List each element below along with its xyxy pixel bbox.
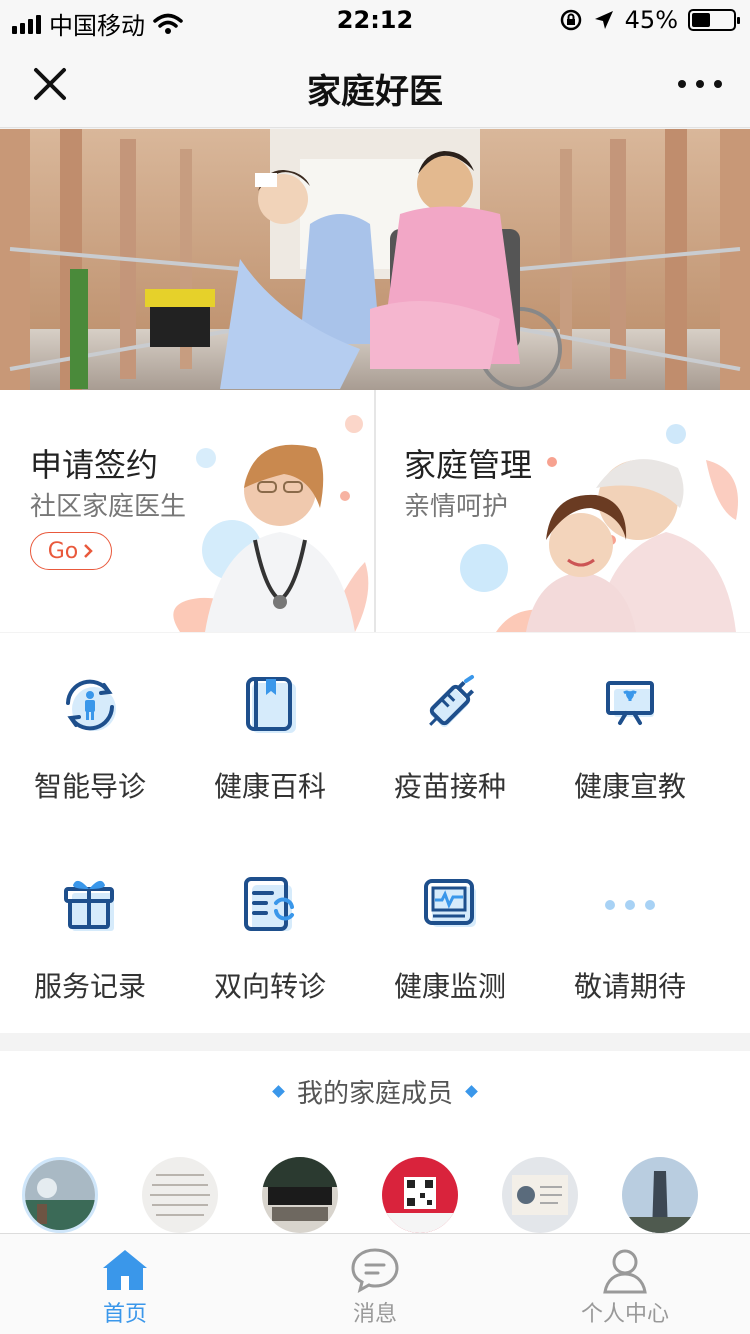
diamond-icon bbox=[272, 1085, 285, 1098]
apply-contract-title: 申请签约 bbox=[30, 446, 159, 484]
feature-health-encyclopedia[interactable]: 健康百科 bbox=[180, 633, 360, 833]
hero-banner-image bbox=[0, 129, 750, 390]
feature-two-way-referral[interactable]: 双向转诊 bbox=[180, 833, 360, 1033]
tab-label: 个人中心 bbox=[580, 1302, 669, 1327]
family-members-header: 我的家庭成员 bbox=[0, 1073, 750, 1110]
presentation-board-icon bbox=[606, 681, 654, 725]
feature-grid: 智能导诊 健康百科 疫苗接种 健康宣教 服务记录 双向转诊 健康监测 敬请期待 bbox=[0, 633, 750, 1033]
status-bar: 中国移动 22:12 45% bbox=[0, 0, 750, 40]
family-management-title: 家庭管理 bbox=[404, 446, 533, 484]
feature-label: 健康监测 bbox=[393, 970, 506, 1003]
location-arrow-icon bbox=[594, 11, 613, 29]
syringe-icon bbox=[429, 675, 475, 728]
go-button-label: Go bbox=[47, 538, 79, 564]
tab-label: 首页 bbox=[102, 1302, 147, 1327]
gift-icon bbox=[64, 880, 114, 931]
page-title: 家庭好医 bbox=[307, 72, 443, 112]
tab-label: 消息 bbox=[352, 1302, 397, 1327]
avatar[interactable] bbox=[262, 1157, 338, 1233]
rotation-lock-icon bbox=[560, 9, 581, 31]
book-icon bbox=[246, 677, 296, 733]
person-icon bbox=[603, 1249, 647, 1294]
feature-label: 健康宣教 bbox=[573, 770, 686, 803]
go-button[interactable]: Go bbox=[30, 532, 112, 570]
more-options-icon[interactable] bbox=[678, 66, 722, 102]
apply-contract-subtitle: 社区家庭医生 bbox=[30, 492, 187, 522]
family-members-section: 我的家庭成员 bbox=[0, 1051, 750, 1233]
chat-icon bbox=[351, 1248, 399, 1293]
avatar[interactable] bbox=[142, 1157, 218, 1233]
feature-label: 健康百科 bbox=[213, 770, 326, 803]
family-avatar-list bbox=[0, 1157, 750, 1233]
feature-label: 服务记录 bbox=[33, 970, 146, 1003]
avatar[interactable] bbox=[22, 1157, 98, 1233]
bottom-tab-bar: 首页 消息 个人中心 bbox=[0, 1233, 750, 1334]
battery-icon bbox=[688, 9, 740, 31]
promo-section: 申请签约 社区家庭医生 Go 家庭管理 亲情呵护 bbox=[0, 390, 750, 632]
tab-messages[interactable]: 消息 bbox=[250, 1234, 500, 1334]
feature-label: 智能导诊 bbox=[33, 770, 146, 803]
avatar[interactable] bbox=[382, 1157, 458, 1233]
app-screen: 中国移动 22:12 45% 家庭好医 申请签约 社区家庭医生 Go 家庭管理 … bbox=[0, 0, 750, 1334]
navigation-bar: 家庭好医 bbox=[0, 40, 750, 128]
feature-label: 疫苗接种 bbox=[393, 770, 506, 803]
avatar[interactable] bbox=[622, 1157, 698, 1233]
family-members-title: 我的家庭成员 bbox=[296, 1079, 453, 1109]
chevron-right-icon bbox=[84, 544, 94, 558]
battery-percent: 45% bbox=[624, 6, 678, 34]
avatar[interactable] bbox=[502, 1157, 578, 1233]
feature-label: 敬请期待 bbox=[573, 970, 686, 1003]
feature-label: 双向转诊 bbox=[213, 970, 326, 1003]
home-icon bbox=[103, 1250, 147, 1290]
feature-smart-triage[interactable]: 智能导诊 bbox=[0, 633, 180, 833]
document-refresh-icon bbox=[244, 877, 294, 931]
tab-profile[interactable]: 个人中心 bbox=[500, 1234, 750, 1334]
family-management-subtitle: 亲情呵护 bbox=[404, 492, 509, 522]
person-refresh-icon bbox=[66, 679, 116, 731]
family-management-card[interactable]: 家庭管理 亲情呵护 bbox=[376, 390, 750, 632]
feature-service-records[interactable]: 服务记录 bbox=[0, 833, 180, 1033]
tab-home[interactable]: 首页 bbox=[0, 1234, 250, 1334]
hero-banner[interactable] bbox=[0, 129, 750, 390]
feature-health-monitoring[interactable]: 健康监测 bbox=[360, 833, 540, 1033]
monitor-icon bbox=[424, 879, 476, 927]
feature-health-education[interactable]: 健康宣教 bbox=[540, 633, 720, 833]
diamond-icon bbox=[465, 1085, 478, 1098]
apply-contract-card[interactable]: 申请签约 社区家庭医生 Go bbox=[0, 390, 374, 632]
feature-vaccination[interactable]: 疫苗接种 bbox=[360, 633, 540, 833]
feature-coming-soon[interactable]: 敬请期待 bbox=[540, 833, 720, 1033]
more-dots-icon bbox=[605, 900, 655, 910]
